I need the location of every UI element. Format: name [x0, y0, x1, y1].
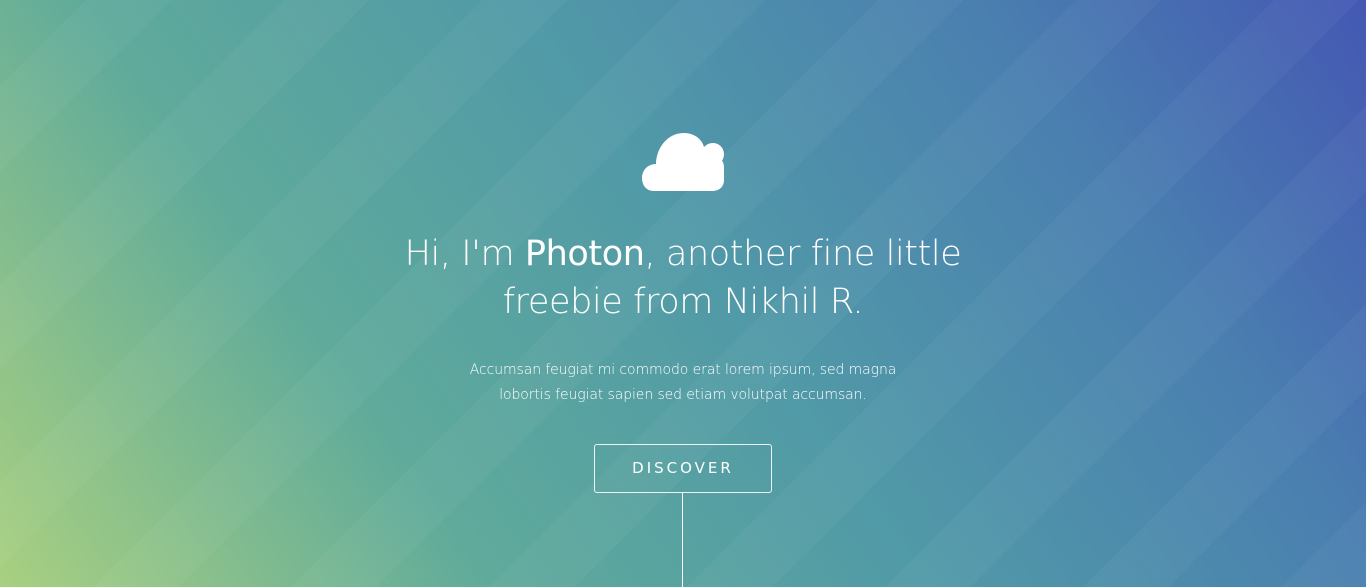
heading-prefix: Hi, I'm	[404, 234, 525, 274]
hero-subtext: Accumsan feugiat mi commodo erat lorem i…	[469, 362, 897, 403]
cloud-icon-graphic	[642, 133, 724, 191]
discover-button[interactable]: DISCOVER	[594, 444, 772, 493]
hero-banner: Hi, I'm Photon, another fine little free…	[0, 0, 1366, 587]
heading-brand: Photon	[524, 234, 645, 274]
cloud-icon	[642, 133, 724, 191]
hero-heading: Hi, I'm Photon, another fine little free…	[383, 230, 983, 326]
scroll-line	[682, 492, 683, 587]
